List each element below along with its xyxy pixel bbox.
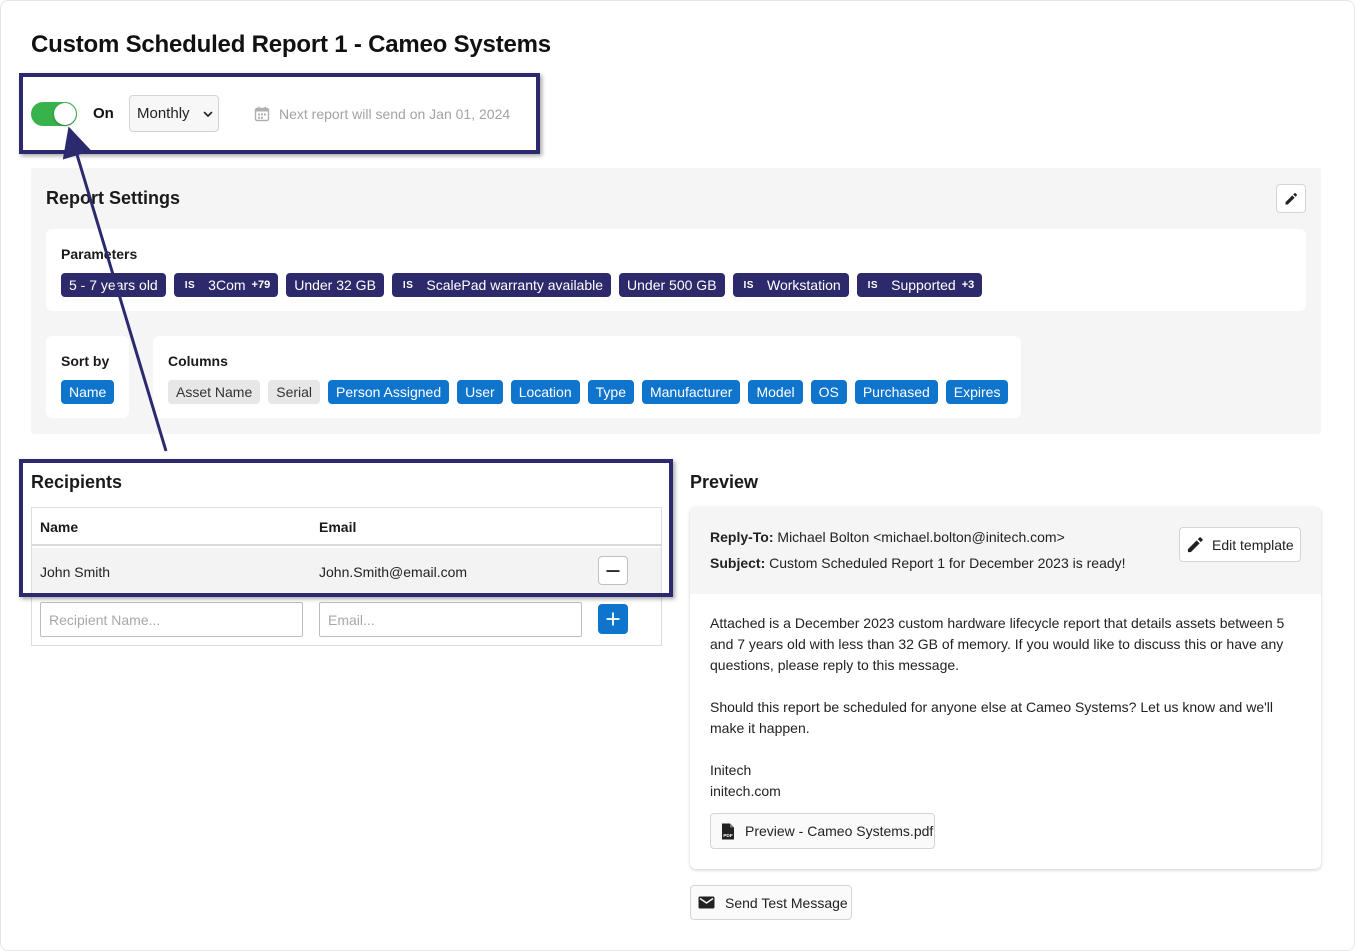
edit-template-button[interactable]: Edit template	[1179, 527, 1301, 562]
column-chip[interactable]: Type	[587, 380, 634, 404]
header-name: Name	[40, 519, 79, 535]
parameters-label: Parameters	[61, 246, 138, 262]
reply-to-line: Reply-To: Michael Bolton <michael.bolton…	[710, 529, 1065, 545]
recipient-name: John Smith	[40, 564, 111, 580]
recipients-header: Name Email	[32, 508, 661, 546]
recipients-table: Name Email John Smith John.Smith@email.c…	[31, 507, 662, 646]
parameter-chips: 5 - 7 years old IS 3Com +79 Under 32 GB IS…	[61, 273, 983, 297]
preview-card: Reply-To: Michael Bolton <michael.bolton…	[690, 507, 1321, 869]
subject-line: Subject: Custom Scheduled Report 1 for D…	[710, 555, 1126, 571]
table-row: John Smith John.Smith@email.com	[32, 548, 661, 594]
report-settings-panel: Report Settings Parameters 5 - 7 years o…	[31, 168, 1321, 434]
parameter-chip[interactable]: IS Workstation	[732, 273, 849, 297]
parameter-chip[interactable]: IS ScalePad warranty available	[391, 273, 612, 297]
preview-body: Attached is a December 2023 custom hardw…	[710, 613, 1300, 802]
svg-text:PDF: PDF	[723, 833, 733, 839]
column-chip[interactable]: Serial	[268, 380, 321, 404]
remove-recipient-button[interactable]	[598, 556, 628, 585]
pencil-icon	[1285, 192, 1298, 204]
parameter-chip[interactable]: Under 500 GB	[619, 273, 725, 297]
body-paragraph: Should this report be scheduled for anyo…	[710, 699, 1273, 736]
signature: Initech initech.com	[710, 760, 1300, 802]
sort-label: Sort by	[61, 353, 110, 369]
parameter-chip[interactable]: 5 - 7 years old	[61, 273, 166, 297]
signature-name: Initech	[710, 762, 752, 778]
signature-site: initech.com	[710, 783, 781, 799]
column-chip[interactable]: Expires	[945, 380, 1009, 404]
pencil-icon	[1187, 536, 1203, 552]
column-chip[interactable]: Manufacturer	[641, 380, 741, 404]
column-chip[interactable]: OS	[810, 380, 847, 404]
recipients-title: Recipients	[31, 472, 123, 492]
body-paragraph: Attached is a December 2023 custom hardw…	[710, 615, 1285, 673]
parameter-chip[interactable]: Under 32 GB	[286, 273, 384, 297]
subject-value: Custom Scheduled Report 1 for December 2…	[769, 555, 1126, 571]
envelope-icon	[698, 896, 715, 909]
preview-header: Reply-To: Michael Bolton <michael.bolton…	[690, 507, 1321, 594]
sort-chip-name[interactable]: Name	[61, 380, 115, 404]
attachment-name: Preview - Cameo Systems.pdf	[745, 823, 934, 839]
edit-template-label: Edit template	[1212, 536, 1294, 553]
parameters-card: Parameters 5 - 7 years old IS 3Com +79 Und…	[46, 229, 1306, 311]
reply-to-label: Reply-To:	[710, 529, 774, 545]
pdf-file-icon: PDF	[722, 823, 734, 839]
edit-settings-button[interactable]	[1276, 184, 1306, 213]
column-chip[interactable]: Purchased	[854, 380, 938, 404]
header-email: Email	[319, 519, 357, 535]
plus-icon	[606, 612, 620, 626]
column-chips: Asset Name Serial Person Assigned User Locat…	[168, 380, 1009, 404]
send-test-message-button[interactable]: Send Test Message	[690, 885, 852, 920]
report-settings-title: Report Settings	[46, 188, 181, 208]
annotation-highlight-schedule	[19, 73, 540, 154]
recipient-email: John.Smith@email.com	[319, 564, 468, 580]
column-chip[interactable]: User	[457, 380, 503, 404]
sort-chips: Name	[61, 380, 115, 404]
subject-label: Subject:	[710, 555, 766, 571]
parameter-chip[interactable]: IS 3Com +79	[173, 273, 279, 297]
add-recipient-button[interactable]	[598, 604, 628, 634]
columns-label: Columns	[168, 353, 228, 369]
send-test-label: Send Test Message	[725, 894, 848, 911]
columns-card: Columns Asset Name Serial Person Assigned U…	[153, 336, 1021, 418]
column-chip[interactable]: Model	[748, 380, 803, 404]
parameter-chip[interactable]: IS Supported +3	[856, 273, 983, 297]
preview-title: Preview	[690, 472, 759, 492]
sort-card: Sort by Name	[46, 336, 129, 418]
recipient-email-input[interactable]	[319, 602, 582, 637]
recipient-name-input[interactable]	[40, 602, 303, 637]
column-chip[interactable]: Person Assigned	[328, 380, 450, 404]
page-title: Custom Scheduled Report 1 - Cameo System…	[31, 31, 551, 58]
reply-to-value: Michael Bolton <michael.bolton@initech.c…	[777, 529, 1065, 545]
column-chip[interactable]: Location	[510, 380, 580, 404]
pdf-attachment-button[interactable]: PDF Preview - Cameo Systems.pdf	[710, 813, 935, 849]
minus-icon	[606, 569, 620, 572]
column-chip[interactable]: Asset Name	[168, 380, 261, 404]
